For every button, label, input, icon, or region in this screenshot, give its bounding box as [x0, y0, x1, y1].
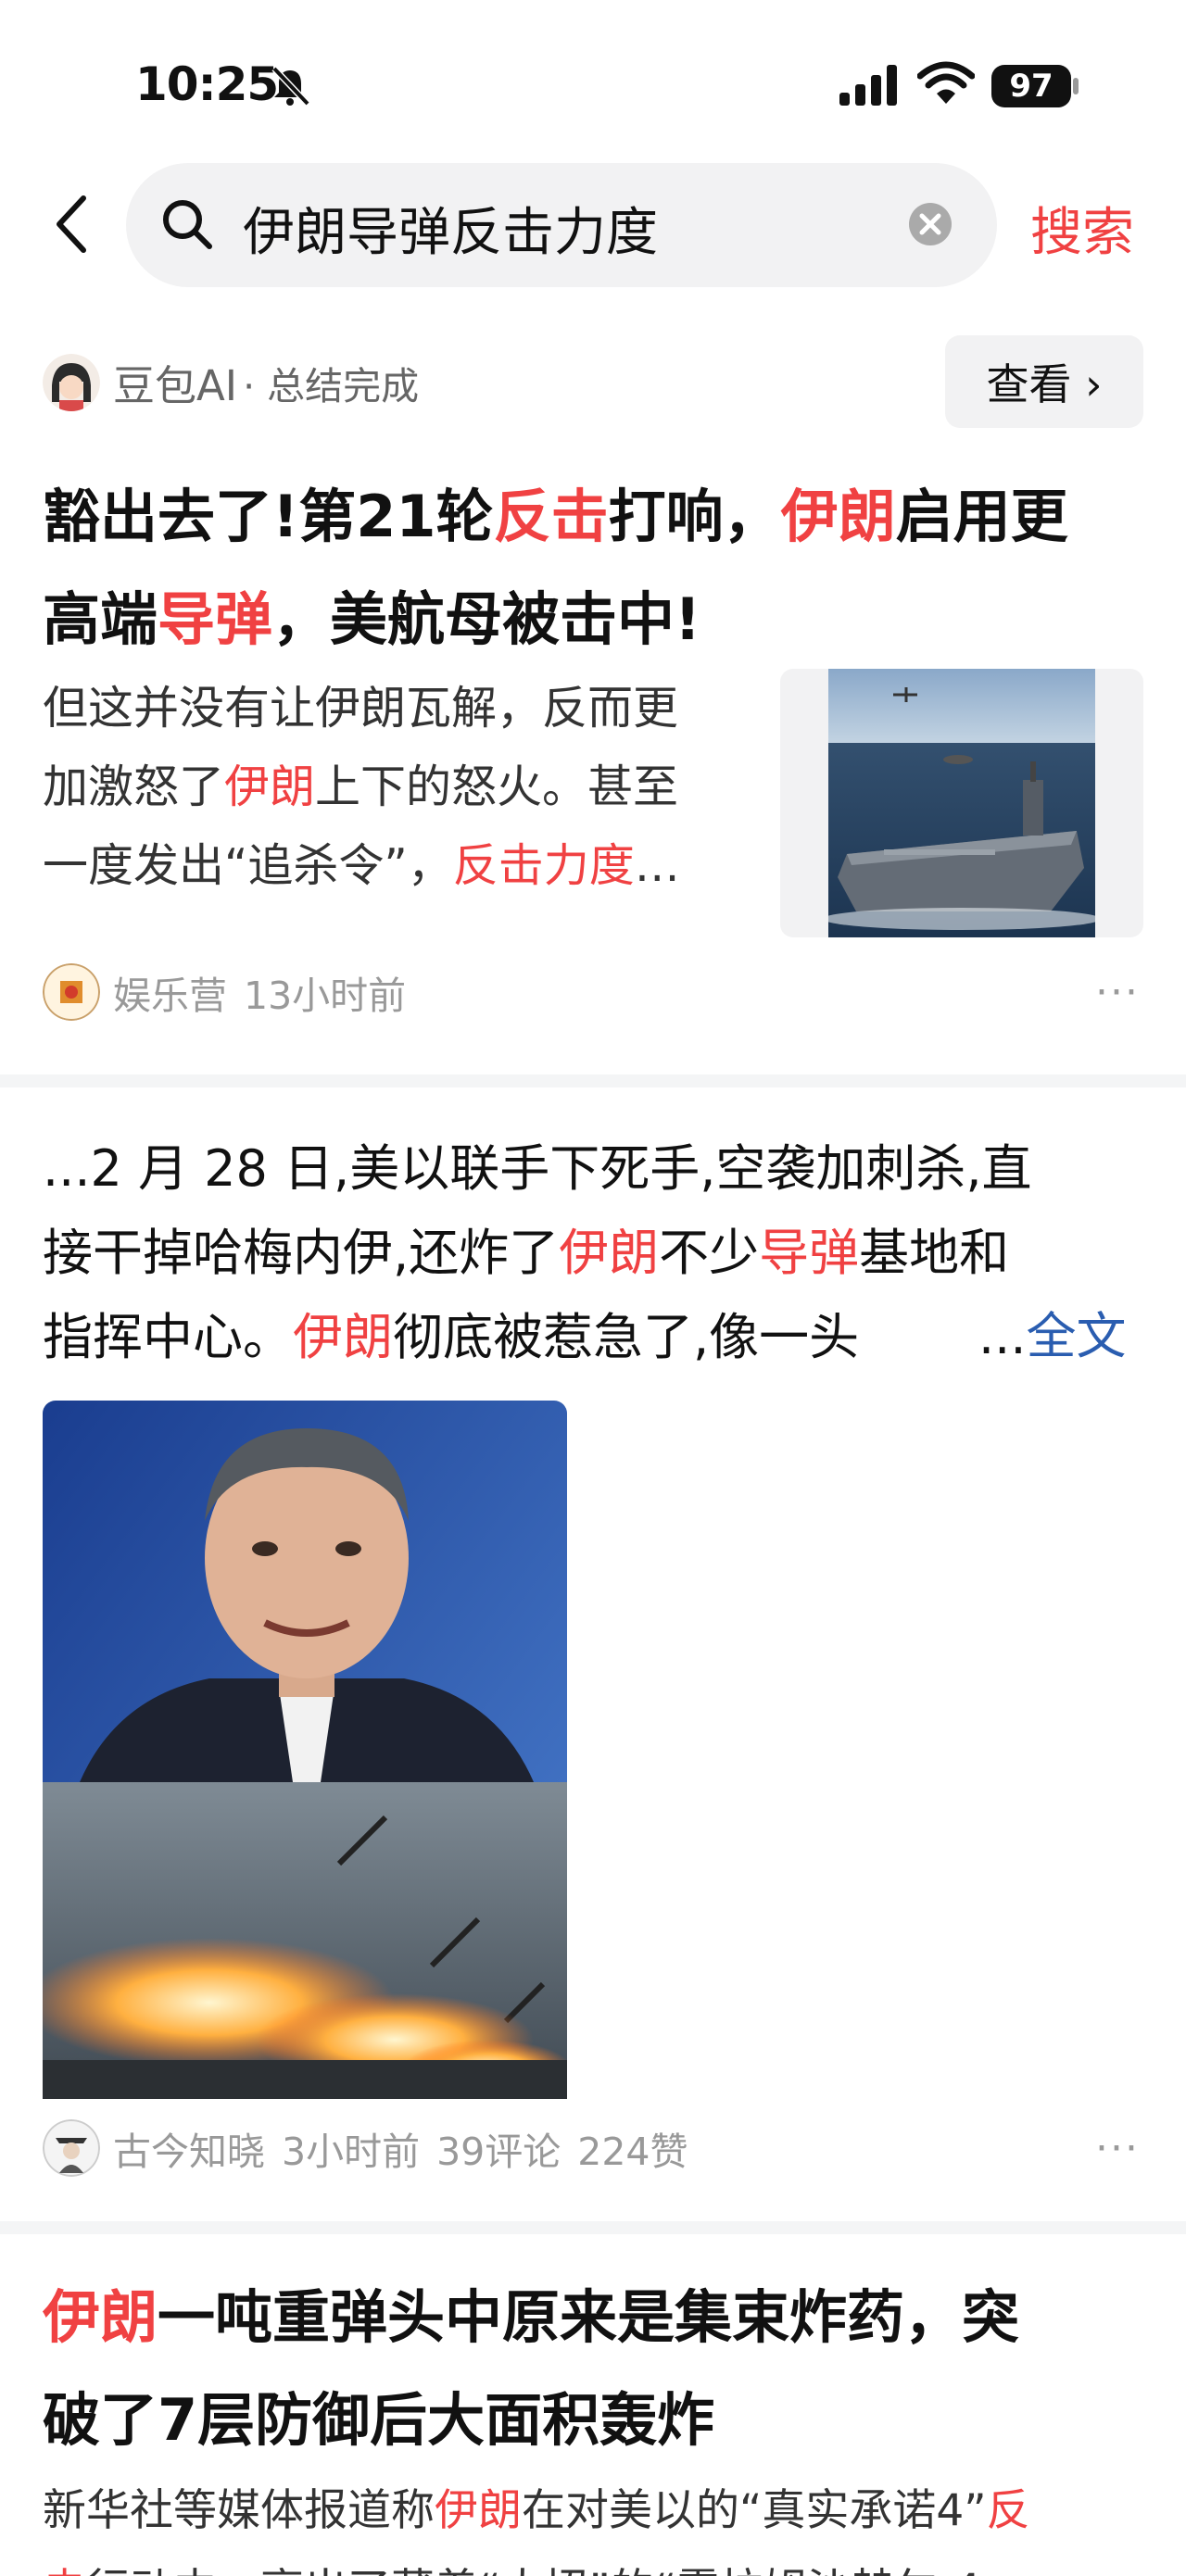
- search-button[interactable]: 搜索: [1030, 191, 1134, 266]
- source-avatar-icon: [43, 963, 100, 1021]
- battery-tip: [1073, 78, 1079, 94]
- title-highlight: 导弹: [158, 585, 273, 653]
- article-2-image[interactable]: [43, 1401, 567, 2099]
- source-name[interactable]: 古今知晓: [113, 2120, 265, 2176]
- back-arrow-icon[interactable]: [52, 191, 89, 258]
- article-highlight: 伊朗: [559, 1224, 660, 1282]
- title-text: 豁出去了!第21轮: [43, 483, 494, 550]
- aircraft-carrier-image[interactable]: [828, 669, 1095, 937]
- like-count: 224赞: [577, 2130, 688, 2174]
- article-text: ...2 月 28 日,美以联手下死手,空袭加刺杀,直: [43, 1139, 1032, 1198]
- doubao-ai-avatar: [43, 353, 100, 411]
- source-avatar-icon: [43, 2119, 100, 2177]
- title-text: 一吨重弹头中原来是集束炸药，突: [158, 2283, 1020, 2351]
- read-full-text-link[interactable]: ...全文: [978, 1295, 1127, 1368]
- status-time: 10:25: [135, 57, 279, 111]
- summary-text: 行动中，亮出了藏着“大招”的“霍拉姆沙赫尔-4: [86, 2565, 981, 2576]
- summary-highlight: 伊朗: [435, 2485, 522, 2536]
- search-icon: [163, 200, 212, 249]
- ai-name: 豆包AI: [113, 361, 238, 410]
- section-divider: [0, 2221, 1186, 2234]
- article-1-meta: 娱乐营 13小时前: [43, 963, 406, 1021]
- summary-text: 加激怒了: [43, 760, 225, 813]
- summary-highlight: 反击力度: [452, 839, 635, 892]
- article-3-title[interactable]: 伊朗一吨重弹头中原来是集束炸药，突破了7层防御后大面积轰炸: [43, 2266, 1154, 2471]
- ai-summary-row[interactable]: 豆包AI · 总结完成: [43, 352, 419, 412]
- summary-highlight: 伊朗: [224, 760, 316, 813]
- more-options-icon[interactable]: ···: [1095, 2125, 1140, 2172]
- article-1-summary[interactable]: 但这并没有让伊朗瓦解，反而更 加激怒了伊朗上下的怒火。甚至一度发出“追杀令”，反击…: [43, 669, 747, 905]
- article-text: 基地和: [859, 1224, 1010, 1282]
- title-highlight: 伊朗: [43, 2283, 158, 2351]
- battery-indicator: 97: [991, 65, 1071, 107]
- source-name[interactable]: 娱乐营: [113, 964, 227, 1020]
- summary-text: 上下的怒火。甚至: [315, 760, 679, 813]
- view-summary-button[interactable]: 查看 ›: [945, 335, 1143, 428]
- title-highlight: 反击: [493, 483, 609, 550]
- ellipsis: ...: [978, 1307, 1027, 1365]
- article-text: 指挥中心。: [43, 1308, 293, 1366]
- article-text: 不少: [659, 1224, 760, 1282]
- article-highlight: 伊朗: [293, 1308, 393, 1366]
- publish-time: 3小时前: [282, 2130, 421, 2174]
- ai-status: · 总结完成: [243, 363, 420, 408]
- article-3-summary[interactable]: 新华社等媒体报道称伊朗在对美以的“真实承诺4”反击行动中，亮出了藏着“大招”的“…: [43, 2471, 1154, 2576]
- title-text: 破了7层防御后大面积轰炸: [43, 2386, 715, 2454]
- comment-count: 39评论: [436, 2130, 561, 2174]
- publish-time: 13小时前: [244, 974, 407, 1018]
- clear-search-icon[interactable]: [908, 202, 953, 246]
- summary-text: …: [634, 839, 680, 892]
- article-text: 彻底被惹急了,像一头: [393, 1308, 860, 1366]
- summary-text: 新华社等媒体报道称: [43, 2485, 435, 2536]
- summary-highlight: 击: [43, 2565, 86, 2576]
- search-query[interactable]: 伊朗导弹反击力度: [243, 191, 658, 266]
- summary-text: 但这并没有让伊朗瓦解，反而更: [43, 682, 679, 735]
- article-1-title[interactable]: 豁出去了!第21轮反击打响，伊朗启用更高端导弹，美航母被击中!: [43, 465, 1154, 671]
- mute-bell-icon: [271, 66, 310, 107]
- title-text: 高端: [43, 585, 158, 653]
- summary-highlight: 反: [986, 2485, 1030, 2536]
- article-text: 接干掉哈梅内伊,还炸了: [43, 1224, 560, 1282]
- more-options-icon[interactable]: ···: [1095, 969, 1140, 1016]
- article-highlight: 导弹: [759, 1224, 860, 1282]
- title-highlight: 伊朗: [780, 483, 896, 550]
- full-text-label: 全文: [1026, 1307, 1127, 1365]
- summary-text: 在对美以的“真实承诺4”: [522, 2485, 987, 2536]
- cellular-signal-icon: [839, 65, 897, 106]
- section-divider: [0, 1074, 1186, 1087]
- summary-text: 一度发出“追杀令”，: [43, 839, 453, 892]
- title-text: ，美航母被击中!: [272, 585, 701, 653]
- article-2-meta: 古今知晓 3小时前 39评论 224赞: [43, 2119, 688, 2177]
- battery-level: 97: [1009, 68, 1054, 105]
- title-text: 打响，: [608, 483, 781, 550]
- wifi-icon: [917, 61, 975, 104]
- title-text: 启用更: [895, 483, 1068, 550]
